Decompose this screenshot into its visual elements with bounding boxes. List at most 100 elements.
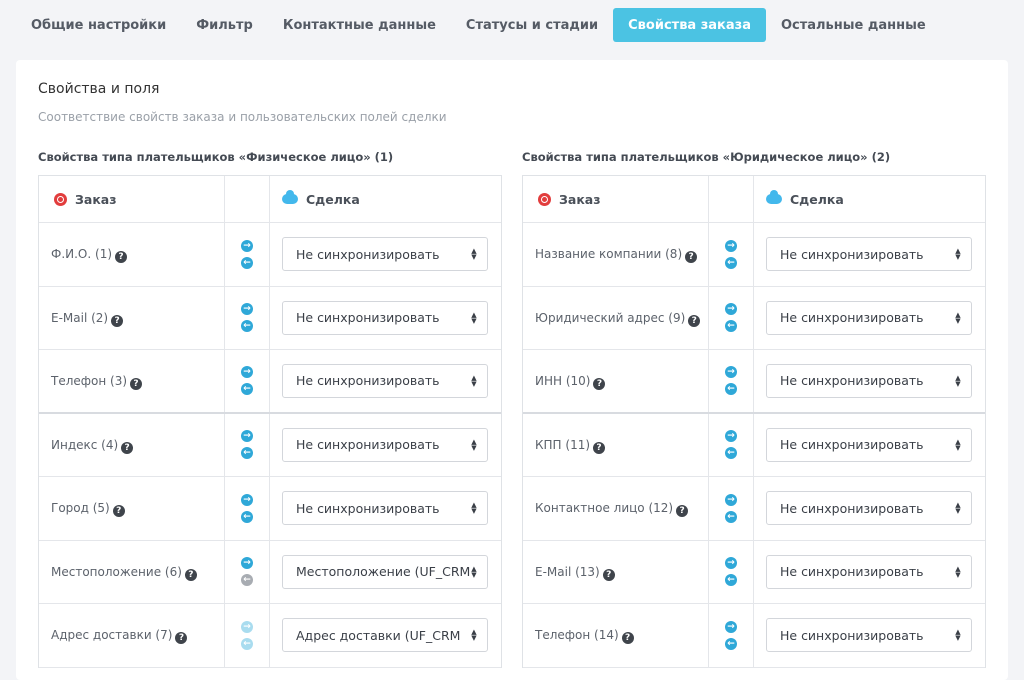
arrow-right-icon[interactable]: → — [725, 366, 737, 379]
table-row: E-Mail (13)? → ← Не синхронизировать ▲ ▼ — [523, 540, 985, 604]
arrow-left-icon[interactable]: ← — [725, 574, 737, 587]
deal-field-select[interactable]: Не синхронизировать ▲ ▼ — [766, 427, 972, 462]
deal-field-cell: Адрес доставки (UF_CRM ▲ ▼ — [270, 604, 501, 667]
arrow-left-icon[interactable]: ← — [241, 447, 253, 460]
arrow-right-icon[interactable]: → — [241, 239, 253, 252]
tab-order-properties[interactable]: Свойства заказа — [613, 8, 766, 42]
help-icon[interactable]: ? — [621, 632, 634, 645]
property-label: Ф.И.О. (1) — [51, 247, 113, 262]
help-icon[interactable]: ? — [111, 314, 124, 327]
help-icon[interactable]: ? — [115, 251, 128, 264]
select-updown-icon: ▲ ▼ — [471, 373, 477, 388]
help-icon[interactable]: ? — [593, 377, 606, 390]
help-icon[interactable]: ? — [184, 568, 197, 581]
table-row: КПП (11)? → ← Не синхронизировать ▲ ▼ — [523, 413, 985, 477]
arrow-right-icon[interactable]: → — [725, 239, 737, 252]
arrow-right-icon[interactable]: → — [725, 303, 737, 316]
select-value: Не синхронизировать — [296, 310, 440, 326]
property-label-wrap: E-Mail (13)? — [535, 562, 621, 582]
tab-filter[interactable]: Фильтр — [181, 8, 268, 42]
arrow-right-icon[interactable]: → — [725, 493, 737, 506]
arrow-left-icon[interactable]: ← — [725, 383, 737, 396]
table-row: Местоположение (6)? → ← Местоположение (UF_… — [39, 540, 501, 604]
sync-direction-cell: → ← — [709, 477, 754, 540]
arrow-left-icon[interactable]: ← — [725, 447, 737, 460]
deal-field-select[interactable]: Адрес доставки (UF_CRM ▲ ▼ — [282, 618, 488, 653]
sync-direction-cell: → ← — [225, 350, 270, 412]
arrow-left-icon[interactable]: ← — [241, 383, 253, 396]
help-icon[interactable]: ? — [593, 441, 606, 454]
deal-field-select[interactable]: Не синхронизировать ▲ ▼ — [766, 237, 972, 272]
property-label-wrap: Индекс (4)? — [51, 435, 139, 455]
deal-field-cell: Не синхронизировать ▲ ▼ — [754, 287, 985, 350]
property-cell: Название компании (8)? — [523, 223, 709, 286]
arrow-right-icon[interactable]: → — [241, 493, 253, 506]
tab-general-settings[interactable]: Общие настройки — [16, 8, 181, 42]
help-icon[interactable]: ? — [121, 441, 134, 454]
tab-contact-data[interactable]: Контактные данные — [268, 8, 451, 42]
deal-field-select[interactable]: Не синхронизировать ▲ ▼ — [766, 618, 972, 653]
help-icon[interactable]: ? — [175, 632, 188, 645]
help-icon[interactable]: ? — [130, 377, 143, 390]
arrow-right-icon[interactable]: → — [725, 620, 737, 633]
help-icon[interactable]: ? — [602, 568, 615, 581]
arrow-left-icon[interactable]: ← — [241, 320, 253, 333]
deal-field-select[interactable]: Не синхронизировать ▲ ▼ — [282, 491, 488, 526]
sync-direction-cell: → ← — [225, 286, 270, 349]
arrow-right-icon[interactable]: → — [725, 430, 737, 443]
property-label: Местоположение (6) — [51, 564, 182, 579]
property-label-wrap: Юридический адрес (9)? — [535, 308, 706, 328]
property-label-wrap: ИНН (10)? — [535, 371, 611, 391]
deal-field-select[interactable]: Не синхронизировать ▲ ▼ — [766, 300, 972, 335]
property-label: ИНН (10) — [535, 373, 591, 388]
arrow-right-icon[interactable]: → — [241, 557, 253, 570]
property-label: E-Mail (2) — [51, 310, 109, 325]
help-icon[interactable]: ? — [685, 251, 698, 264]
header-deal-cell: Сделка — [270, 176, 501, 222]
property-cell: ИНН (10)? — [523, 350, 709, 412]
property-label-wrap: Ф.И.О. (1)? — [51, 244, 133, 264]
property-cell: Местоположение (6)? — [39, 540, 225, 603]
header-order-cell: Заказ — [523, 176, 709, 222]
deal-field-select[interactable]: Не синхронизировать ▲ ▼ — [282, 300, 488, 335]
property-cell: Телефон (3)? — [39, 350, 225, 412]
deal-field-select[interactable]: Не синхронизировать ▲ ▼ — [282, 237, 488, 272]
property-cell: Телефон (14)? — [523, 604, 709, 667]
select-value: Не синхронизировать — [780, 373, 924, 389]
sync-direction-cell: → ← — [709, 286, 754, 349]
tab-other-data[interactable]: Остальные данные — [766, 8, 941, 42]
help-icon[interactable]: ? — [112, 505, 125, 518]
select-updown-icon: ▲ ▼ — [471, 628, 477, 643]
arrow-right-icon[interactable]: → — [241, 303, 253, 316]
select-value: Не синхронизировать — [780, 500, 924, 516]
arrow-left-icon[interactable]: ← — [241, 256, 253, 269]
arrow-left-icon[interactable]: ← — [241, 510, 253, 523]
sync-direction-cell: → ← — [709, 540, 754, 603]
deal-field-select[interactable]: Не синхронизировать ▲ ▼ — [766, 491, 972, 526]
deal-field-select[interactable]: Не синхронизировать ▲ ▼ — [766, 363, 972, 398]
arrow-left-icon[interactable]: ← — [241, 574, 253, 587]
deal-field-select[interactable]: Местоположение (UF_CRM ▲ ▼ — [282, 554, 488, 589]
arrow-left-icon[interactable]: ← — [725, 637, 737, 650]
table-row: Город (5)? → ← Не синхронизировать ▲ ▼ — [39, 477, 501, 541]
deal-field-cell: Не синхронизировать ▲ ▼ — [754, 223, 985, 286]
arrow-left-icon[interactable]: ← — [725, 320, 737, 333]
property-label-wrap: Телефон (14)? — [535, 625, 640, 645]
help-icon[interactable]: ? — [676, 505, 689, 518]
sync-direction-cell: → ← — [225, 477, 270, 540]
deal-field-select[interactable]: Не синхронизировать ▲ ▼ — [282, 427, 488, 462]
arrow-left-icon[interactable]: ← — [725, 510, 737, 523]
arrow-left-icon[interactable]: ← — [241, 637, 253, 650]
arrow-right-icon[interactable]: → — [725, 557, 737, 570]
help-icon[interactable]: ? — [688, 314, 701, 327]
deal-field-select[interactable]: Не синхронизировать ▲ ▼ — [282, 363, 488, 398]
arrow-right-icon[interactable]: → — [241, 620, 253, 633]
property-cell: Юридический адрес (9)? — [523, 286, 709, 349]
arrow-left-icon[interactable]: ← — [725, 256, 737, 269]
table-header-row: Заказ Сделка — [523, 176, 985, 223]
sync-direction-cell: → ← — [709, 223, 754, 286]
arrow-right-icon[interactable]: → — [241, 366, 253, 379]
tab-statuses-stages[interactable]: Статусы и стадии — [451, 8, 613, 42]
arrow-right-icon[interactable]: → — [241, 430, 253, 443]
deal-field-select[interactable]: Не синхронизировать ▲ ▼ — [766, 554, 972, 589]
